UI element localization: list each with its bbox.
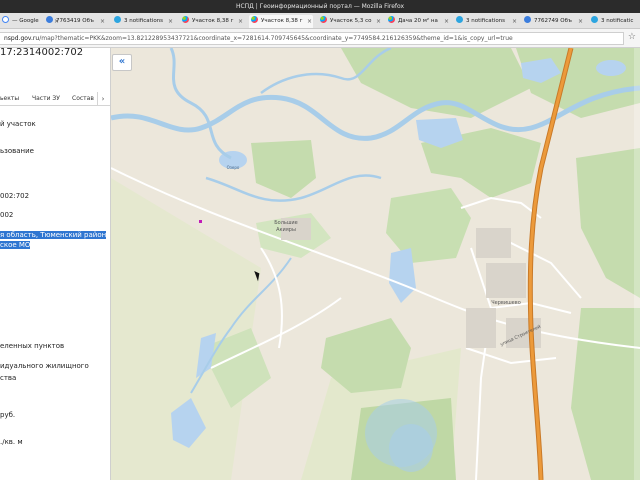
cadastral-number-title: 17:2314002:702 bbox=[0, 48, 84, 58]
browser-tab-6[interactable]: Участок 5,3 со × bbox=[318, 15, 382, 28]
bookmark-star-icon[interactable]: ☆ bbox=[628, 32, 636, 42]
tab-label: Участок 8,38 г bbox=[192, 18, 234, 24]
info-line: ьзование bbox=[0, 147, 34, 155]
tab-label: — Google bbox=[12, 18, 39, 24]
map-label-town: Червишево bbox=[491, 300, 521, 306]
sidebar-tabs: ьекты Части ЗУ Состав › bbox=[0, 92, 110, 106]
close-icon[interactable]: × bbox=[444, 15, 449, 28]
info-line: ./кв. м bbox=[0, 438, 23, 446]
browser-tab-3[interactable]: 3 notifications × bbox=[112, 15, 174, 28]
info-sidebar: 17:2314002:702 ьекты Части ЗУ Состав › й… bbox=[0, 48, 111, 480]
tab-label: 3 notifications bbox=[124, 18, 164, 24]
avito-icon bbox=[251, 16, 258, 23]
url-input[interactable]: nspd.gov.ru/map?thematic=PKK&zoom=13.821… bbox=[0, 32, 624, 45]
tab-parts[interactable]: Части ЗУ bbox=[32, 95, 60, 102]
address-line-selected[interactable]: я область, Тюменский район, bbox=[0, 231, 108, 239]
close-icon[interactable]: × bbox=[238, 15, 243, 28]
vertical-scrollbar[interactable] bbox=[634, 48, 640, 480]
collapse-sidebar-button[interactable]: « bbox=[112, 54, 132, 71]
close-icon[interactable]: × bbox=[307, 15, 312, 28]
info-line: й участок bbox=[0, 120, 36, 128]
tab-label: 3 notificatic bbox=[601, 18, 634, 24]
navigation-bar: nspd.gov.ru/map?thematic=PKK&zoom=13.821… bbox=[0, 29, 640, 48]
browser-tab-9[interactable]: 7762749 Объ × bbox=[522, 15, 584, 28]
map-label-village-1b: Акияры bbox=[276, 227, 296, 233]
close-icon[interactable]: × bbox=[578, 15, 583, 28]
map-canvas[interactable]: Озеро Большие Акияры Червишево улица Стр… bbox=[111, 48, 640, 480]
tab-label: Участок 8,38 г bbox=[261, 18, 303, 24]
google-icon bbox=[2, 16, 9, 23]
tab-label: Участок 5,3 со bbox=[330, 18, 372, 24]
map-label-lake: Озеро bbox=[227, 165, 240, 170]
info-line: 002 bbox=[0, 211, 14, 219]
browser-tab-4[interactable]: Участок 8,38 г × bbox=[180, 15, 244, 28]
globe-icon bbox=[46, 16, 53, 23]
info-line: руб. bbox=[0, 411, 16, 419]
url-host: nspd.gov.ru bbox=[4, 35, 40, 42]
tab-label: 7762749 Объ bbox=[534, 18, 572, 24]
browser-tab-8[interactable]: 3 notifications × bbox=[454, 15, 518, 28]
map-svg[interactable]: Озеро Большие Акияры Червишево улица Стр… bbox=[111, 48, 640, 480]
tab-composition[interactable]: Состав bbox=[72, 95, 94, 102]
telegram-icon bbox=[114, 16, 121, 23]
tab-label: Дача 20 м² на bbox=[398, 18, 438, 24]
avito-icon bbox=[320, 16, 327, 23]
browser-tab-10[interactable]: 3 notificatic bbox=[589, 15, 640, 28]
avito-icon bbox=[182, 16, 189, 23]
tab-label: 3 notifications bbox=[466, 18, 506, 24]
browser-tab-7[interactable]: Дача 20 м² на × bbox=[386, 15, 450, 28]
address-line-selected[interactable]: ское МО bbox=[0, 241, 31, 249]
window-title: НСПД | Геоинформационный портал — Mozill… bbox=[0, 0, 640, 13]
browser-tab-2[interactable]: 7763419 Объ × bbox=[44, 15, 106, 28]
tab-label: 7763419 Объ bbox=[56, 18, 94, 24]
tab-bar: — Google × 7763419 Объ × 3 notifications × … bbox=[0, 13, 640, 29]
info-line: 002:702 bbox=[0, 192, 30, 200]
info-line: идуального жилищного bbox=[0, 362, 89, 370]
close-icon[interactable]: × bbox=[168, 15, 173, 28]
url-path: /map?thematic=PKK&zoom=13.82122895343772… bbox=[39, 35, 513, 42]
map-label-village-1a: Большие bbox=[274, 220, 298, 226]
screen: НСПД | Геоинформационный портал — Mozill… bbox=[0, 0, 640, 480]
close-icon[interactable]: × bbox=[376, 15, 381, 28]
tabs-scroll-right-icon[interactable]: › bbox=[97, 92, 108, 106]
telegram-icon bbox=[591, 16, 598, 23]
avito-icon bbox=[388, 16, 395, 23]
globe-icon bbox=[524, 16, 531, 23]
browser-tab-5[interactable]: Участок 8,38 г × bbox=[249, 15, 313, 28]
close-icon[interactable]: × bbox=[100, 15, 105, 28]
info-line: еленных пунктов bbox=[0, 342, 65, 350]
telegram-icon bbox=[456, 16, 463, 23]
close-icon[interactable]: × bbox=[512, 15, 517, 28]
tab-objects[interactable]: ьекты bbox=[0, 95, 19, 102]
info-line: ства bbox=[0, 374, 17, 382]
